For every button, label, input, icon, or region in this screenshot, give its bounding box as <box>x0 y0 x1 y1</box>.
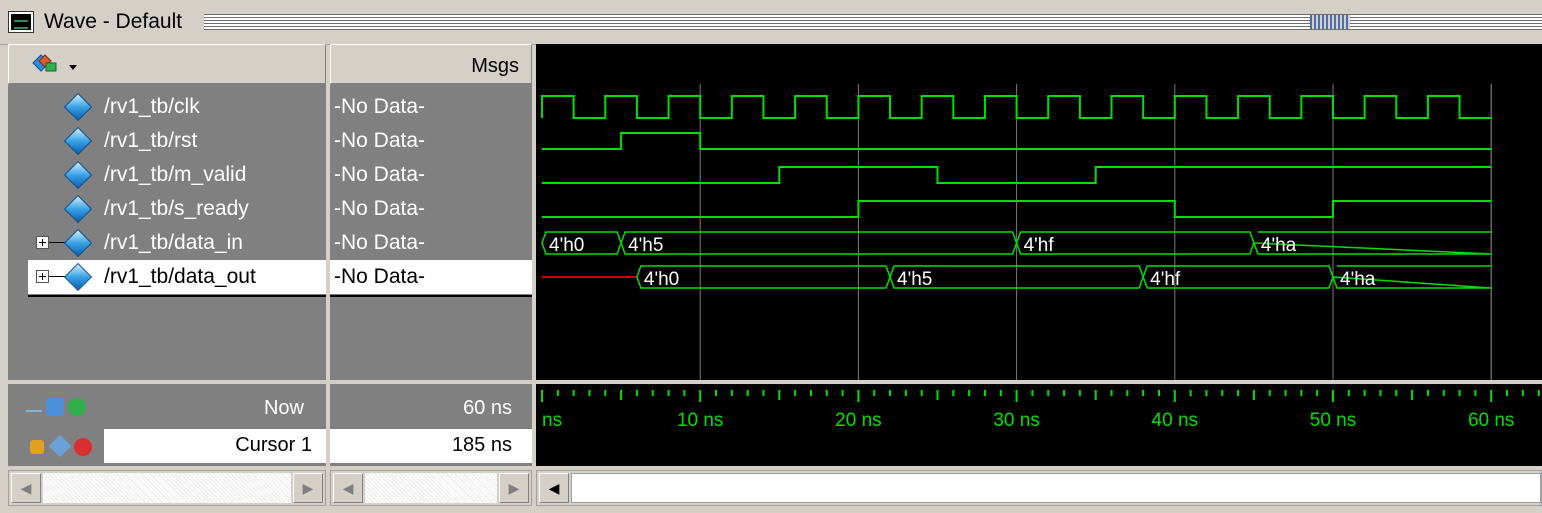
signal-name: /rv1_tb/s_ready <box>104 197 249 220</box>
signal-value: -No Data- <box>334 95 426 118</box>
chevron-down-icon[interactable] <box>69 65 77 70</box>
signal-name: /rv1_tb/data_in <box>104 231 243 254</box>
signal-diamond-icon <box>63 160 93 190</box>
zoom-icon[interactable] <box>26 398 42 412</box>
signal-diamond-icon <box>63 262 93 292</box>
value-row[interactable]: -No Data- <box>330 90 532 124</box>
ruler-label: 20 ns <box>835 410 881 431</box>
ruler-label: ns <box>542 410 562 431</box>
edit-cursor-icon[interactable] <box>46 398 64 416</box>
bus-value-label: 4'hf <box>1024 235 1055 256</box>
value-row[interactable]: -No Data- <box>330 260 532 294</box>
values-hscrollbar[interactable]: ◀ ▶ <box>330 470 532 506</box>
signal-values-pane: Msgs -No Data- -No Data- -No Data- -No Data… <box>330 44 532 380</box>
ruler-label: 60 ns <box>1468 410 1514 431</box>
bus-value-label: 4'hf <box>1150 269 1181 290</box>
signal-value: -No Data- <box>334 231 426 254</box>
signal-value: -No Data- <box>334 197 426 220</box>
cursor-values-pane: 60 ns 185 ns <box>330 384 532 466</box>
msgs-header-label: Msgs <box>471 55 519 77</box>
signal-name: /rv1_tb/clk <box>104 95 200 118</box>
title-grip-handle[interactable] <box>1310 15 1350 29</box>
signal-row[interactable]: /rv1_tb/data_in <box>8 226 326 260</box>
signal-value: -No Data- <box>334 265 426 288</box>
wave-window-icon <box>8 11 34 33</box>
values-underline <box>330 295 532 297</box>
timeline-pane[interactable]: ns 10 ns 20 ns 30 ns 40 ns 50 ns 60 ns <box>536 384 1542 466</box>
bus-value-label: 4'h5 <box>628 235 663 256</box>
signal-diamond-icon <box>63 194 93 224</box>
value-row[interactable]: -No Data- <box>330 124 532 158</box>
names-header <box>8 44 326 84</box>
value-row[interactable]: -No Data- <box>330 226 532 260</box>
signal-value: -No Data- <box>334 163 426 186</box>
window-title: Wave - Default <box>44 10 183 33</box>
scroll-thumb[interactable] <box>571 473 1541 503</box>
cursor-names-pane: Now Cursor 1 <box>8 384 326 466</box>
signal-diamond-icon <box>63 228 93 258</box>
bus-value-label: 4'h0 <box>644 269 679 290</box>
ruler-label: 10 ns <box>677 410 723 431</box>
scroll-left-button[interactable]: ◀ <box>11 473 41 503</box>
waveform-canvas[interactable]: 4'h0 4'h5 4'hf 4'ha 4'h0 4'h5 4'hf 4'ha <box>536 44 1542 380</box>
now-label: Now <box>263 397 304 419</box>
delete-cursor-icon[interactable] <box>74 438 92 456</box>
signal-name: /rv1_tb/data_out <box>104 265 256 288</box>
signal-row[interactable]: /rv1_tb/rst <box>8 124 326 158</box>
expand-plus-icon[interactable] <box>36 270 49 283</box>
scroll-left-button[interactable]: ◀ <box>333 473 363 503</box>
value-row[interactable]: -No Data- <box>330 158 532 192</box>
signal-name: /rv1_tb/m_valid <box>104 163 247 186</box>
selection-underline <box>28 295 326 297</box>
names-hscrollbar[interactable]: ◀ ▶ <box>8 470 326 506</box>
scroll-track[interactable] <box>365 473 497 503</box>
cursor-name-box[interactable]: Cursor 1 <box>104 429 326 463</box>
ruler-label: 40 ns <box>1152 410 1198 431</box>
ruler-label: 30 ns <box>993 410 1039 431</box>
value-row[interactable]: -No Data- <box>330 192 532 226</box>
signal-name: /rv1_tb/rst <box>104 129 198 152</box>
msgs-header: Msgs <box>330 44 532 84</box>
wrench-icon[interactable] <box>48 434 72 458</box>
bus-value-label: 4'h5 <box>897 269 932 290</box>
ruler-label: 50 ns <box>1310 410 1356 431</box>
add-wave-icon[interactable] <box>29 51 59 77</box>
signal-row[interactable]: /rv1_tb/data_out <box>28 260 326 294</box>
cursor-label: Cursor 1 <box>235 434 312 456</box>
bus-value-label: 4'ha <box>1261 235 1297 256</box>
cursor-value-box[interactable]: 185 ns <box>330 429 532 463</box>
add-cursor-icon[interactable] <box>68 398 86 416</box>
cursor-value: 185 ns <box>451 434 512 456</box>
lock-icon[interactable] <box>30 440 44 454</box>
bus-value-label: 4'ha <box>1340 269 1376 290</box>
waveform-pane[interactable]: 4'h0 4'h5 4'hf 4'ha 4'h0 4'h5 4'hf 4'ha <box>536 44 1542 380</box>
bus-value-label: 4'h0 <box>549 235 584 256</box>
signal-value: -No Data- <box>334 129 426 152</box>
scroll-right-button[interactable]: ▶ <box>499 473 529 503</box>
signal-row[interactable]: /rv1_tb/clk <box>8 90 326 124</box>
scroll-right-button[interactable]: ▶ <box>293 473 323 503</box>
scroll-left-button[interactable]: ◀ <box>539 473 569 503</box>
clk-wave <box>541 95 1492 119</box>
scroll-track[interactable] <box>43 473 291 503</box>
signal-row[interactable]: /rv1_tb/s_ready <box>8 192 326 226</box>
bus-segment <box>620 231 1018 255</box>
waveform-hscrollbar[interactable]: ◀ <box>536 470 1542 506</box>
title-bar: Wave - Default <box>0 0 1542 45</box>
signal-diamond-icon <box>63 92 93 122</box>
now-value: 60 ns <box>463 397 512 419</box>
bottom-edge <box>0 506 1542 513</box>
signal-diamond-icon <box>63 126 93 156</box>
expand-plus-icon[interactable] <box>36 236 49 249</box>
signal-row[interactable]: /rv1_tb/m_valid <box>8 158 326 192</box>
timeline-ruler[interactable]: ns 10 ns 20 ns 30 ns 40 ns 50 ns 60 ns <box>536 384 1542 466</box>
data-out-wave: 4'h0 4'h5 4'hf 4'ha <box>636 265 1492 290</box>
signal-names-pane: /rv1_tb/clk/rv1_tb/rst/rv1_tb/m_valid/rv… <box>8 44 326 380</box>
